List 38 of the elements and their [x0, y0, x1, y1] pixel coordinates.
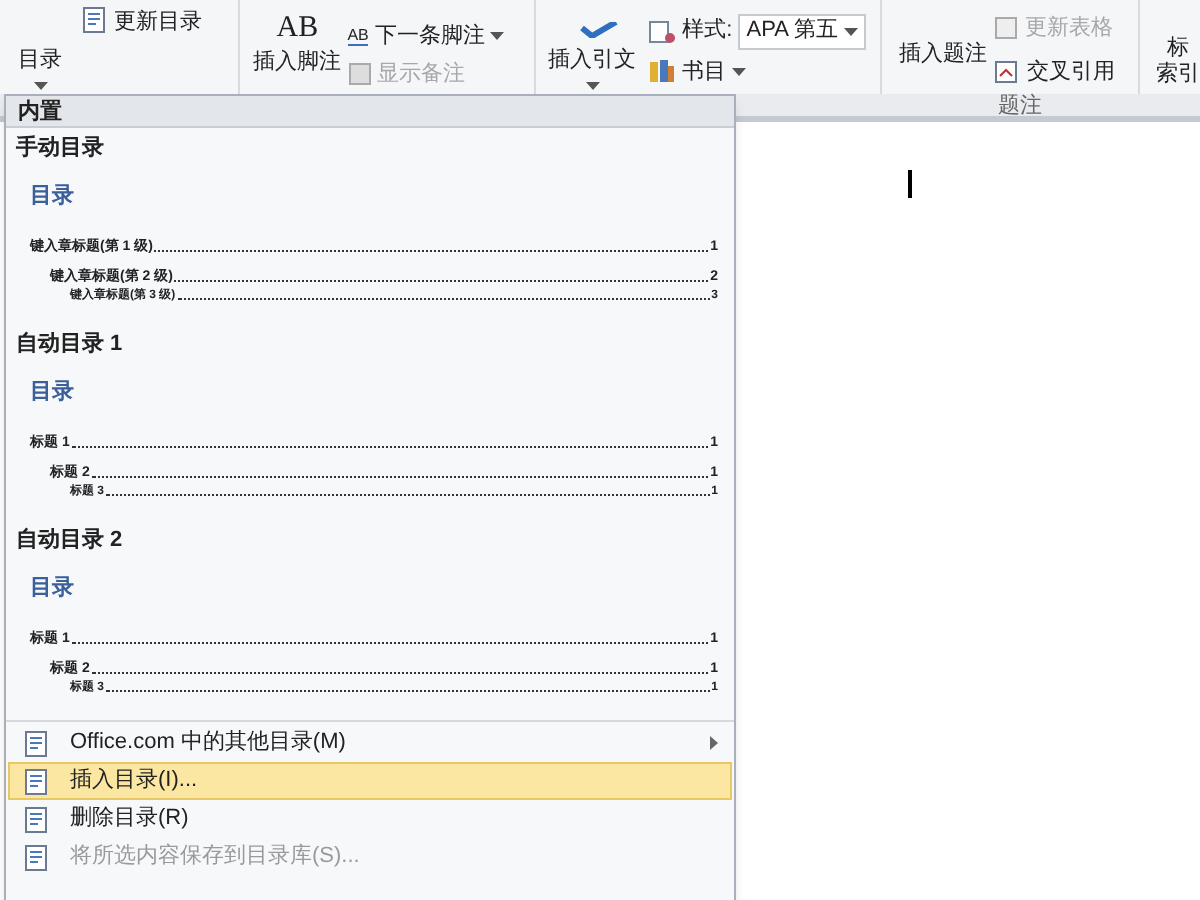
bibliography-button[interactable]: 书目 — [648, 55, 866, 88]
document-icon — [22, 843, 50, 871]
cross-reference-button[interactable]: 交叉引用 — [994, 55, 1115, 88]
menu-item[interactable]: 删除目录(R) — [8, 800, 732, 838]
toc-style-title: 自动目录 1 — [14, 329, 125, 360]
document-icon — [22, 767, 50, 795]
style-label: 样式: — [682, 16, 733, 47]
notes-icon — [347, 61, 372, 86]
style-dropdown[interactable]: APA 第五 — [738, 13, 866, 49]
ab-icon: AB — [276, 13, 319, 43]
caret-icon — [732, 67, 747, 76]
document-icon — [80, 6, 108, 34]
update-toc-button[interactable]: 更新目录 — [80, 6, 202, 42]
toc-heading: 目录 — [28, 376, 76, 408]
menu-header: 内置 — [6, 96, 734, 128]
caret-icon — [843, 27, 858, 35]
document-icon — [22, 729, 50, 757]
insert-citation-button[interactable]: 插入引文 — [540, 0, 645, 94]
toc-style-title: 自动目录 2 — [14, 525, 125, 556]
group-label: 题注 — [996, 94, 1044, 116]
toc-heading: 目录 — [28, 572, 76, 604]
menu-item[interactable]: 插入目录(I)... — [8, 762, 732, 800]
caret-icon — [33, 82, 47, 90]
toc-button[interactable]: 目录 — [0, 0, 80, 94]
insert-footnote-button[interactable]: AB 插入脚注 — [247, 0, 348, 94]
paragraph-cursor — [908, 170, 912, 198]
next-footnote-button[interactable]: AB 下一条脚注 — [347, 20, 505, 53]
style-icon — [648, 19, 677, 43]
toc-heading: 目录 — [28, 180, 76, 212]
cross-reference-icon — [994, 59, 1021, 84]
menu-item[interactable]: Office.com 中的其他目录(M) — [8, 724, 732, 762]
table-icon — [994, 16, 1019, 41]
document-icon — [22, 805, 50, 833]
caret-icon — [490, 32, 505, 41]
insert-caption-button[interactable]: 插入题注 — [890, 0, 995, 94]
caret-icon — [585, 82, 600, 90]
toc-style-title: 手动目录 — [14, 133, 106, 164]
books-icon — [648, 58, 677, 85]
